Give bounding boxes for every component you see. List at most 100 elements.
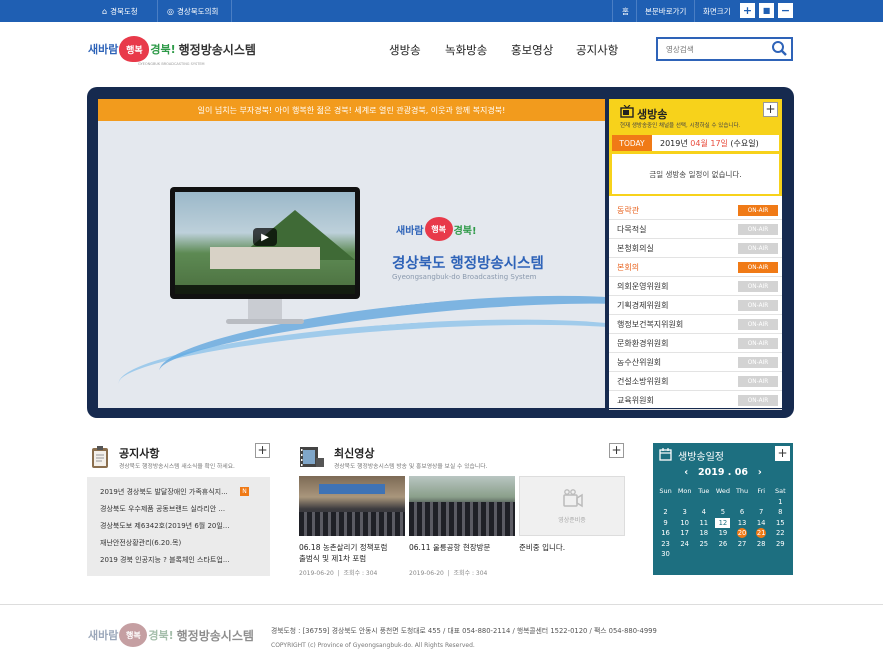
on-air-badge[interactable]: ON-AIR	[738, 243, 778, 254]
calendar-day[interactable]: 11	[694, 518, 713, 529]
calendar-day[interactable]: 16	[656, 528, 675, 539]
calendar-day[interactable]: 14	[752, 518, 771, 529]
channel-row[interactable]: 행정보건복지위원회 ON-AIR	[609, 315, 782, 334]
video-thumbnail-placeholder[interactable]: 영상준비중	[519, 476, 625, 536]
calendar-day	[675, 497, 694, 508]
day-number: 10	[680, 518, 690, 527]
calendar-day[interactable]: 3	[675, 507, 694, 518]
on-air-badge[interactable]: ON-AIR	[738, 300, 778, 311]
zoom-in-button[interactable]: +	[740, 3, 755, 18]
calendar-day[interactable]: 26	[713, 539, 732, 550]
calendar-day[interactable]: 18	[694, 528, 713, 539]
on-air-badge[interactable]: ON-AIR	[738, 205, 778, 216]
new-badge: N	[240, 487, 249, 496]
on-air-badge[interactable]: ON-AIR	[738, 395, 778, 406]
channel-row[interactable]: 의회운영위원회 ON-AIR	[609, 277, 782, 296]
on-air-badge[interactable]: ON-AIR	[738, 319, 778, 330]
live-panel-title: 생방송	[637, 108, 668, 121]
next-month-button[interactable]: ›	[758, 467, 762, 478]
calendar-day[interactable]: 22	[771, 528, 790, 539]
channel-row[interactable]: 본청회의실 ON-AIR	[609, 239, 782, 258]
calendar-day[interactable]: 9	[656, 518, 675, 529]
notice-item[interactable]: 재난안전상황관리(6.20.목)	[100, 538, 181, 548]
footer-address: 경북도청 : [36759] 경상북도 안동시 풍천면 도청대로 455 / 대…	[271, 627, 657, 635]
calendar-day[interactable]: 7	[752, 507, 771, 518]
notice-item[interactable]: 2019 경북 인공지능 ? 블록체인 스타트업...	[100, 555, 230, 565]
on-air-badge[interactable]: ON-AIR	[738, 262, 778, 273]
calendar-day[interactable]: 10	[675, 518, 694, 529]
home-link[interactable]: 홈	[622, 0, 629, 22]
calendar-day[interactable]: 25	[694, 539, 713, 550]
skip-to-content-link[interactable]: 본문바로가기	[645, 0, 686, 22]
nav-notice[interactable]: 공지사항	[576, 42, 618, 58]
notice-item[interactable]: 경상북도보 제6342호(2019년 6월 20일...	[100, 521, 229, 531]
calendar-day[interactable]: 27	[733, 539, 752, 550]
day-number: 14	[756, 518, 766, 527]
zoom-reset-button[interactable]: ■	[759, 3, 774, 18]
play-icon[interactable]: ▶	[253, 228, 277, 246]
province-office-link[interactable]: ⌂ 경북도청	[102, 0, 138, 22]
video-controls-bar[interactable]	[175, 285, 355, 294]
calendar-more-button[interactable]: +	[775, 446, 790, 461]
channel-row[interactable]: 건설소방위원회 ON-AIR	[609, 372, 782, 391]
calendar-day[interactable]: 1	[771, 497, 790, 508]
zoom-out-button[interactable]: −	[778, 3, 793, 18]
calendar-day[interactable]: 4	[694, 507, 713, 518]
channel-name: 의회운영위원회	[617, 282, 669, 291]
nav-recorded[interactable]: 녹화방송	[445, 42, 487, 58]
notice-more-button[interactable]: +	[255, 443, 270, 458]
calendar-day[interactable]: 20	[733, 528, 752, 539]
day-number: 12	[715, 517, 731, 528]
calendar-day[interactable]: 5	[713, 507, 732, 518]
on-air-badge[interactable]: ON-AIR	[738, 357, 778, 368]
on-air-badge[interactable]: ON-AIR	[738, 281, 778, 292]
provincial-council-link[interactable]: ◎ 경상북도의회	[167, 0, 218, 22]
calendar-day[interactable]: 15	[771, 518, 790, 529]
calendar-day[interactable]: 2	[656, 507, 675, 518]
notice-item[interactable]: 경상북도 우수제품 공동브랜드 실라리안 ...	[100, 504, 225, 514]
channel-row[interactable]: 교육위원회 ON-AIR	[609, 391, 782, 410]
video-player[interactable]: 일이 넘치는 부자경북! 아이 행복한 젊은 경북! 세계로 열린 관광경북, …	[98, 99, 605, 408]
on-air-badge[interactable]: ON-AIR	[738, 376, 778, 387]
calendar-day[interactable]: 12	[713, 517, 732, 529]
calendar-day[interactable]: 29	[771, 539, 790, 550]
video-title[interactable]: 06.18 농촌살리기 정책포럼 출범식 및 제1차 포럼	[299, 542, 387, 564]
nav-live[interactable]: 생방송	[389, 42, 421, 58]
on-air-badge[interactable]: ON-AIR	[738, 224, 778, 235]
calendar-day[interactable]: 24	[675, 539, 694, 550]
calendar-day[interactable]: 23	[656, 539, 675, 550]
video-thumbnail[interactable]	[409, 476, 515, 536]
channel-row[interactable]: 기획경제위원회 ON-AIR	[609, 296, 782, 315]
calendar-day[interactable]: 8	[771, 507, 790, 518]
calendar-day[interactable]: 19	[713, 528, 732, 539]
today-badge: TODAY	[612, 135, 652, 151]
video-title[interactable]: 준비중 입니다.	[519, 542, 565, 553]
video-title[interactable]: 06.11 울릉공항 현장방문	[409, 542, 490, 553]
videos-title: 최신영상	[334, 447, 375, 460]
calendar-day[interactable]: 21	[752, 528, 771, 539]
search-icon[interactable]	[771, 40, 788, 57]
prev-month-button[interactable]: ‹	[684, 467, 688, 478]
channel-row[interactable]: 다목적실 ON-AIR	[609, 220, 782, 239]
calendar-week-row: 30	[656, 549, 790, 560]
calendar-day	[752, 497, 771, 508]
video-thumbnail[interactable]	[299, 476, 405, 536]
calendar-day[interactable]: 28	[752, 539, 771, 550]
nav-promo-video[interactable]: 홍보영상	[511, 42, 553, 58]
calendar-day[interactable]: 6	[733, 507, 752, 518]
live-more-button[interactable]: +	[763, 102, 778, 117]
channel-row[interactable]: 동락관 ON-AIR	[609, 201, 782, 220]
search-input[interactable]	[666, 42, 771, 56]
channel-row[interactable]: 문화환경위원회 ON-AIR	[609, 334, 782, 353]
calendar-day[interactable]: 30	[656, 549, 675, 560]
site-logo[interactable]: 새바람 행복 경북! 행정방송시스템 GYEONGBUK BROADCASTIN…	[88, 36, 256, 66]
home-icon: ⌂	[102, 6, 108, 16]
channel-row[interactable]: 농수산위원회 ON-AIR	[609, 353, 782, 372]
on-air-badge[interactable]: ON-AIR	[738, 338, 778, 349]
day-number: 4	[701, 508, 706, 516]
channel-row[interactable]: 본회의 ON-AIR	[609, 258, 782, 277]
calendar-day[interactable]: 13	[733, 518, 752, 529]
videos-more-button[interactable]: +	[609, 443, 624, 458]
notice-item[interactable]: 2019년 경상북도 발달장애인 가족휴식지...	[100, 487, 228, 497]
calendar-day[interactable]: 17	[675, 528, 694, 539]
